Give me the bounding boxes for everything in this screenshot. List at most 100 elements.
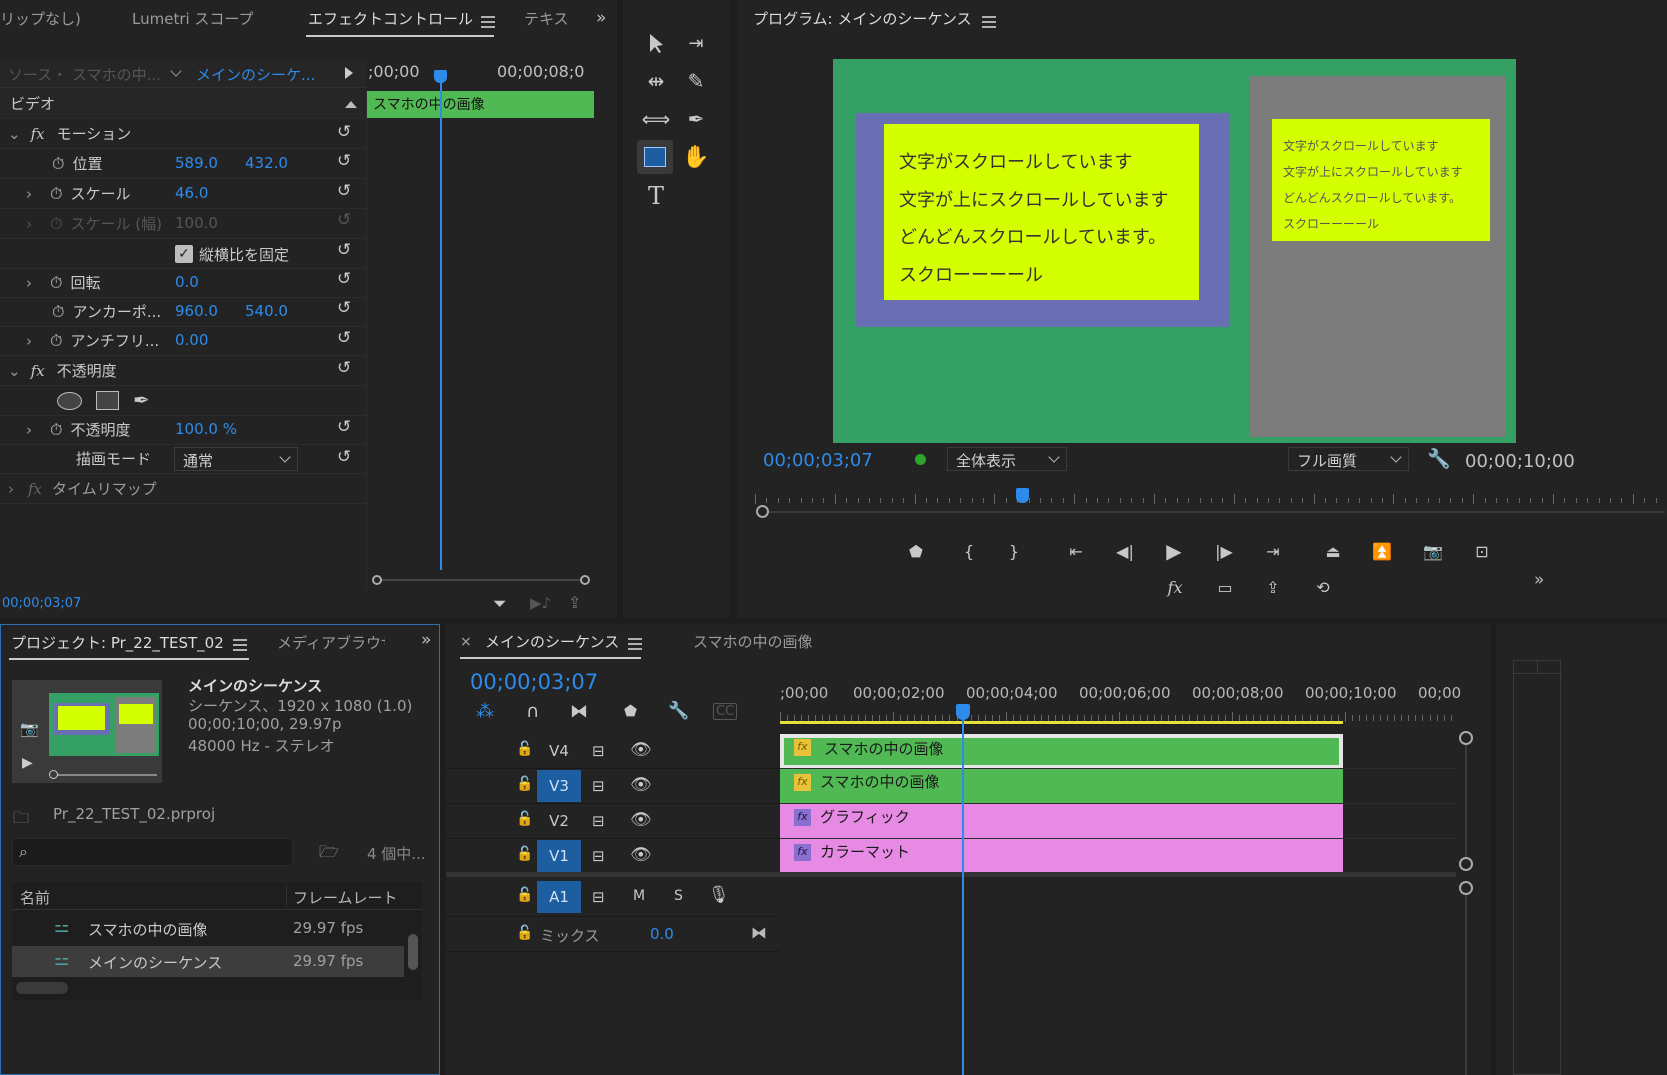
reset-icon[interactable]: ↺ (337, 269, 351, 289)
lock-icon[interactable]: 🔓 (516, 925, 533, 941)
pen-mask-icon[interactable]: ✒ (133, 388, 150, 412)
play-triangle-icon[interactable] (345, 67, 353, 79)
mini-timeline-zoom-bar[interactable] (372, 575, 592, 585)
panel-menu-icon[interactable] (982, 16, 996, 28)
vertical-scroll-handle[interactable] (1459, 857, 1473, 871)
mute-button[interactable]: M (633, 888, 645, 904)
lift-button[interactable]: ⏏ (1319, 537, 1347, 565)
hand-tool[interactable]: ✋ (681, 142, 711, 172)
track-target-button[interactable]: V4 (537, 735, 581, 767)
project-title[interactable]: プロジェクト: Pr_22_TEST_02 (11, 632, 224, 653)
timeline-playhead-handle[interactable] (956, 704, 970, 720)
play-button[interactable]: ▶ (1160, 537, 1188, 565)
captions-icon[interactable]: CC (713, 703, 738, 720)
ripple-edit-tool[interactable]: ⇹ (641, 66, 671, 96)
expand-chevron-icon[interactable]: › (26, 274, 32, 292)
safe-margins-button[interactable]: ▭ (1211, 573, 1239, 601)
tab-source-clip[interactable]: リップなし) (0, 8, 81, 29)
step-back-button[interactable]: ◀| (1111, 537, 1139, 565)
vertical-scroll-handle[interactable] (1459, 731, 1473, 745)
reset-icon[interactable]: ↺ (337, 122, 351, 142)
lock-icon[interactable]: 🔓 (516, 846, 533, 862)
sync-lock-icon[interactable]: ⊟ (592, 742, 605, 760)
antiflicker-value[interactable]: 0.00 (175, 331, 208, 349)
eye-icon[interactable]: 👁 (630, 810, 652, 830)
sync-lock-icon[interactable]: ⊟ (592, 888, 605, 906)
expand-chevron-icon[interactable]: › (8, 480, 14, 498)
motion-effect-row[interactable]: ⌄ fx モーション (0, 119, 366, 149)
blend-mode-select[interactable]: 通常 (174, 447, 298, 471)
timeline-clip[interactable]: fx スマホの中の画像 (780, 734, 1343, 769)
settings-wrench-icon[interactable]: 🔧 (668, 701, 689, 721)
rectangle-tool[interactable] (637, 140, 673, 174)
mix-value[interactable]: 0.0 (650, 925, 674, 943)
new-search-bin-icon[interactable]: 🗁 (319, 841, 339, 868)
sequence-thumbnail[interactable]: 📷 ▶ (12, 680, 162, 783)
selection-tool[interactable] (641, 28, 671, 58)
solo-button[interactable]: S (674, 888, 683, 904)
close-icon[interactable]: × (460, 634, 472, 650)
scale-value[interactable]: 46.0 (175, 184, 208, 202)
mini-clip-bar[interactable]: スマホの中の画像 (367, 91, 594, 118)
panel-menu-icon[interactable] (628, 638, 642, 650)
track-target-button[interactable]: V3 (537, 770, 581, 802)
eye-icon[interactable]: 👁 (630, 740, 652, 760)
stopwatch-icon[interactable]: ⏱ (52, 154, 64, 174)
snap-magnet-icon[interactable]: ∩ (526, 701, 539, 722)
program-playhead[interactable] (1016, 488, 1029, 503)
source-label[interactable]: ソース・ スマホの中... (8, 64, 161, 85)
nest-icon[interactable]: ⁂ (476, 701, 494, 722)
panel-menu-icon[interactable] (233, 639, 247, 651)
export-button[interactable]: ⇪ (1259, 573, 1287, 601)
zoom-select[interactable]: 全体表示 (947, 447, 1067, 471)
type-tool[interactable]: T (641, 181, 671, 211)
mini-playhead-handle[interactable] (434, 70, 447, 83)
track-select-tool[interactable]: ⇥ (681, 28, 711, 58)
position-y-value[interactable]: 432.0 (245, 154, 288, 172)
reset-icon[interactable]: ↺ (337, 298, 351, 318)
mini-playhead[interactable] (440, 72, 442, 570)
track-target-button[interactable]: A1 (537, 881, 581, 913)
vertical-scroll-handle[interactable] (1459, 881, 1473, 895)
step-forward-button[interactable]: |▶ (1210, 537, 1238, 565)
expand-chevron-icon[interactable]: › (26, 185, 32, 203)
settings-wrench-icon[interactable]: 🔧 (1427, 447, 1451, 470)
mark-out-button[interactable]: } (1000, 537, 1028, 565)
track-target-button[interactable]: V1 (537, 840, 581, 872)
linked-selection-icon[interactable]: ⧓ (570, 701, 588, 722)
time-ruler[interactable]: ;00;00 00;00;02;00 00;00;04;00 00;00;06;… (780, 674, 1461, 729)
reset-icon[interactable]: ↺ (337, 151, 351, 171)
overflow-chevron-icon[interactable]: » (1534, 570, 1544, 590)
stopwatch-icon[interactable]: ⏱ (50, 273, 62, 293)
reset-icon[interactable]: ↺ (337, 447, 351, 467)
timeline-playhead[interactable] (962, 719, 964, 1075)
eye-icon[interactable]: 👁 (630, 845, 652, 865)
ellipse-mask-icon[interactable] (57, 392, 82, 410)
lock-icon[interactable]: 🔓 (516, 741, 533, 757)
stopwatch-icon[interactable]: ⏱ (52, 302, 64, 322)
list-item[interactable]: ⚍ スマホの中の画像 29.97 fps (12, 913, 404, 944)
compare-view-button[interactable]: ⊡ (1468, 537, 1496, 565)
reset-icon[interactable]: ↺ (337, 358, 351, 378)
mark-in-button[interactable]: { (955, 537, 983, 565)
program-timecode[interactable]: 00;00;03;07 (763, 450, 873, 471)
expand-chevron-icon[interactable]: ⌄ (8, 362, 21, 380)
program-scrubber[interactable] (753, 488, 1667, 518)
opacity-value[interactable]: 100.0 % (175, 420, 237, 438)
track-target-button[interactable]: V2 (537, 805, 581, 837)
eye-icon[interactable]: 👁 (630, 775, 652, 795)
stopwatch-icon[interactable]: ⏱ (50, 331, 62, 351)
go-to-out-button[interactable]: ⇥ (1259, 537, 1287, 565)
vr-video-button[interactable]: ⟲ (1309, 573, 1337, 601)
sync-lock-icon[interactable]: ⊟ (592, 812, 605, 830)
panel-menu-icon[interactable] (481, 16, 495, 28)
go-to-in-button[interactable]: ⇤ (1062, 537, 1090, 565)
anchor-x-value[interactable]: 960.0 (175, 302, 218, 320)
timeline-clip[interactable]: fx カラーマット (780, 839, 1343, 874)
razor-tool[interactable]: ✎ (681, 66, 711, 96)
overflow-chevron-icon[interactable]: » (596, 8, 606, 28)
search-input[interactable]: ⌕ (12, 838, 293, 866)
filter-icon[interactable]: ⏷ (493, 594, 507, 614)
timeline-clip[interactable]: fx スマホの中の画像 (780, 769, 1343, 804)
video-preview[interactable]: 文字がスクロールしています 文字が上にスクロールしています どんどんスクロールし… (833, 59, 1516, 443)
